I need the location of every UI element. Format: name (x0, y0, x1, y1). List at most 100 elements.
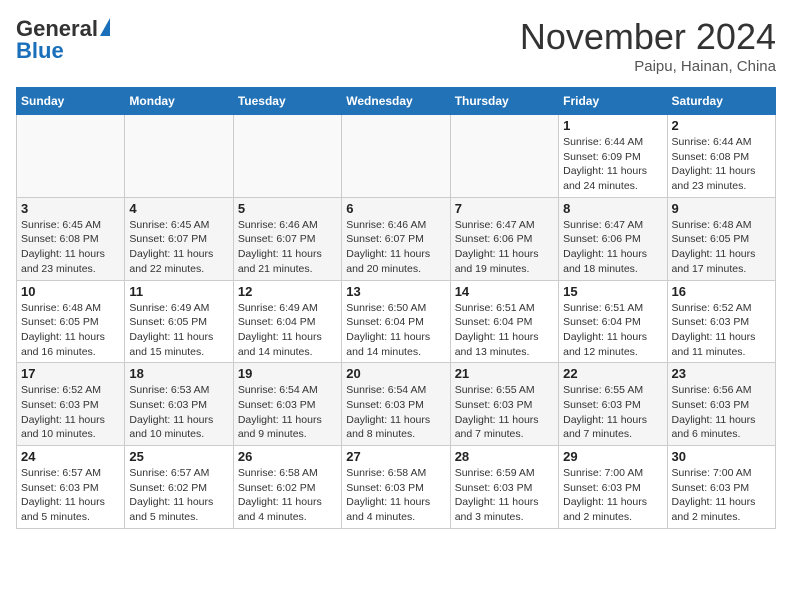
calendar-cell: 30 Sunrise: 7:00 AM Sunset: 6:03 PM Dayli… (667, 446, 775, 529)
day-info: Sunrise: 6:44 AM Sunset: 6:08 PM Dayligh… (672, 135, 771, 194)
day-number: 19 (238, 366, 337, 381)
calendar-cell (125, 115, 233, 198)
day-info: Sunrise: 6:54 AM Sunset: 6:03 PM Dayligh… (346, 383, 445, 442)
calendar-week-row: 1 Sunrise: 6:44 AM Sunset: 6:09 PM Daylig… (17, 115, 776, 198)
calendar-cell: 12 Sunrise: 6:49 AM Sunset: 6:04 PM Dayli… (233, 280, 341, 363)
day-info: Sunrise: 6:49 AM Sunset: 6:04 PM Dayligh… (238, 301, 337, 360)
calendar-cell: 28Sunrise: 6:59 AM Sunset: 6:03 PM Dayli… (450, 446, 558, 529)
calendar-cell: 20 Sunrise: 6:54 AM Sunset: 6:03 PM Dayli… (342, 363, 450, 446)
calendar-cell: 14 Sunrise: 6:51 AM Sunset: 6:04 PM Dayli… (450, 280, 558, 363)
day-info: Sunrise: 6:53 AM Sunset: 6:03 PM Dayligh… (129, 383, 228, 442)
day-info: Sunrise: 6:45 AM Sunset: 6:07 PM Dayligh… (129, 218, 228, 277)
calendar-header-wednesday: Wednesday (342, 88, 450, 115)
day-info: Sunrise: 6:44 AM Sunset: 6:09 PM Dayligh… (563, 135, 662, 194)
calendar-header-row: SundayMondayTuesdayWednesdayThursdayFrid… (17, 88, 776, 115)
calendar-cell: 27 Sunrise: 6:58 AM Sunset: 6:03 PM Dayli… (342, 446, 450, 529)
calendar-cell: 5 Sunrise: 6:46 AM Sunset: 6:07 PM Daylig… (233, 197, 341, 280)
calendar-cell: 25Sunrise: 6:57 AM Sunset: 6:02 PM Dayli… (125, 446, 233, 529)
day-number: 5 (238, 201, 337, 216)
day-number: 27 (346, 449, 445, 464)
page-header: General Blue November 2024 Paipu, Hainan… (16, 16, 776, 75)
calendar-cell: 13 Sunrise: 6:50 AM Sunset: 6:04 PM Dayli… (342, 280, 450, 363)
day-info: Sunrise: 6:47 AM Sunset: 6:06 PM Dayligh… (563, 218, 662, 277)
calendar-cell: 1 Sunrise: 6:44 AM Sunset: 6:09 PM Daylig… (559, 115, 667, 198)
day-info: Sunrise: 6:48 AM Sunset: 6:05 PM Dayligh… (21, 301, 120, 360)
calendar-week-row: 3 Sunrise: 6:45 AM Sunset: 6:08 PM Daylig… (17, 197, 776, 280)
day-number: 17 (21, 366, 120, 381)
calendar-week-row: 10 Sunrise: 6:48 AM Sunset: 6:05 PM Dayli… (17, 280, 776, 363)
calendar-cell (17, 115, 125, 198)
calendar-cell (233, 115, 341, 198)
day-info: Sunrise: 6:47 AM Sunset: 6:06 PM Dayligh… (455, 218, 554, 277)
calendar-cell: 22 Sunrise: 6:55 AM Sunset: 6:03 PM Dayli… (559, 363, 667, 446)
day-number: 29 (563, 449, 662, 464)
calendar-body: 1 Sunrise: 6:44 AM Sunset: 6:09 PM Daylig… (17, 115, 776, 529)
calendar-cell: 10 Sunrise: 6:48 AM Sunset: 6:05 PM Dayli… (17, 280, 125, 363)
day-info: Sunrise: 6:49 AM Sunset: 6:05 PM Dayligh… (129, 301, 228, 360)
day-info: Sunrise: 6:58 AM Sunset: 6:03 PM Dayligh… (346, 466, 445, 525)
day-number: 18 (129, 366, 228, 381)
day-number: 12 (238, 284, 337, 299)
day-number: 15 (563, 284, 662, 299)
day-number: 14 (455, 284, 554, 299)
day-number: 3 (21, 201, 120, 216)
day-number: 10 (21, 284, 120, 299)
calendar-cell: 17 Sunrise: 6:52 AM Sunset: 6:03 PM Dayli… (17, 363, 125, 446)
calendar-cell: 26 Sunrise: 6:58 AM Sunset: 6:02 PM Dayli… (233, 446, 341, 529)
calendar-cell: 9 Sunrise: 6:48 AM Sunset: 6:05 PM Daylig… (667, 197, 775, 280)
day-info: Sunrise: 6:57 AM Sunset: 6:02 PM Dayligh… (129, 466, 228, 525)
day-number: 22 (563, 366, 662, 381)
day-info: Sunrise: 6:50 AM Sunset: 6:04 PM Dayligh… (346, 301, 445, 360)
calendar-cell: 21Sunrise: 6:55 AM Sunset: 6:03 PM Dayli… (450, 363, 558, 446)
day-info: Sunrise: 6:45 AM Sunset: 6:08 PM Dayligh… (21, 218, 120, 277)
day-number: 28 (455, 449, 554, 464)
day-info: Sunrise: 6:52 AM Sunset: 6:03 PM Dayligh… (672, 301, 771, 360)
day-info: Sunrise: 6:52 AM Sunset: 6:03 PM Dayligh… (21, 383, 120, 442)
calendar-cell: 24Sunrise: 6:57 AM Sunset: 6:03 PM Dayli… (17, 446, 125, 529)
day-number: 16 (672, 284, 771, 299)
day-number: 26 (238, 449, 337, 464)
calendar-header-monday: Monday (125, 88, 233, 115)
day-number: 20 (346, 366, 445, 381)
calendar-cell: 8 Sunrise: 6:47 AM Sunset: 6:06 PM Daylig… (559, 197, 667, 280)
calendar-cell: 18 Sunrise: 6:53 AM Sunset: 6:03 PM Dayli… (125, 363, 233, 446)
day-number: 30 (672, 449, 771, 464)
calendar-header-saturday: Saturday (667, 88, 775, 115)
day-number: 11 (129, 284, 228, 299)
day-number: 8 (563, 201, 662, 216)
logo-triangle-icon (100, 18, 110, 36)
day-info: Sunrise: 6:48 AM Sunset: 6:05 PM Dayligh… (672, 218, 771, 277)
calendar-cell: 6Sunrise: 6:46 AM Sunset: 6:07 PM Daylig… (342, 197, 450, 280)
calendar-week-row: 17 Sunrise: 6:52 AM Sunset: 6:03 PM Dayli… (17, 363, 776, 446)
day-info: Sunrise: 6:58 AM Sunset: 6:02 PM Dayligh… (238, 466, 337, 525)
calendar-header-friday: Friday (559, 88, 667, 115)
day-info: Sunrise: 7:00 AM Sunset: 6:03 PM Dayligh… (563, 466, 662, 525)
day-info: Sunrise: 6:51 AM Sunset: 6:04 PM Dayligh… (455, 301, 554, 360)
day-number: 9 (672, 201, 771, 216)
day-info: Sunrise: 6:54 AM Sunset: 6:03 PM Dayligh… (238, 383, 337, 442)
calendar-cell: 11 Sunrise: 6:49 AM Sunset: 6:05 PM Dayli… (125, 280, 233, 363)
day-info: Sunrise: 6:46 AM Sunset: 6:07 PM Dayligh… (238, 218, 337, 277)
calendar-cell: 29 Sunrise: 7:00 AM Sunset: 6:03 PM Dayli… (559, 446, 667, 529)
day-info: Sunrise: 6:55 AM Sunset: 6:03 PM Dayligh… (563, 383, 662, 442)
day-number: 1 (563, 118, 662, 133)
logo-blue-text: Blue (16, 38, 64, 64)
day-info: Sunrise: 6:56 AM Sunset: 6:03 PM Dayligh… (672, 383, 771, 442)
month-title: November 2024 (520, 16, 776, 58)
day-info: Sunrise: 6:55 AM Sunset: 6:03 PM Dayligh… (455, 383, 554, 442)
day-info: Sunrise: 6:57 AM Sunset: 6:03 PM Dayligh… (21, 466, 120, 525)
calendar-cell: 16 Sunrise: 6:52 AM Sunset: 6:03 PM Dayli… (667, 280, 775, 363)
day-number: 13 (346, 284, 445, 299)
day-info: Sunrise: 6:46 AM Sunset: 6:07 PM Dayligh… (346, 218, 445, 277)
calendar-cell: 3 Sunrise: 6:45 AM Sunset: 6:08 PM Daylig… (17, 197, 125, 280)
day-number: 2 (672, 118, 771, 133)
title-block: November 2024 Paipu, Hainan, China (520, 16, 776, 75)
calendar-header-thursday: Thursday (450, 88, 558, 115)
calendar-cell: 19 Sunrise: 6:54 AM Sunset: 6:03 PM Dayli… (233, 363, 341, 446)
day-info: Sunrise: 7:00 AM Sunset: 6:03 PM Dayligh… (672, 466, 771, 525)
day-number: 23 (672, 366, 771, 381)
logo: General Blue (16, 16, 110, 64)
calendar-cell: 15Sunrise: 6:51 AM Sunset: 6:04 PM Dayli… (559, 280, 667, 363)
calendar-cell: 23 Sunrise: 6:56 AM Sunset: 6:03 PM Dayli… (667, 363, 775, 446)
calendar-week-row: 24Sunrise: 6:57 AM Sunset: 6:03 PM Dayli… (17, 446, 776, 529)
